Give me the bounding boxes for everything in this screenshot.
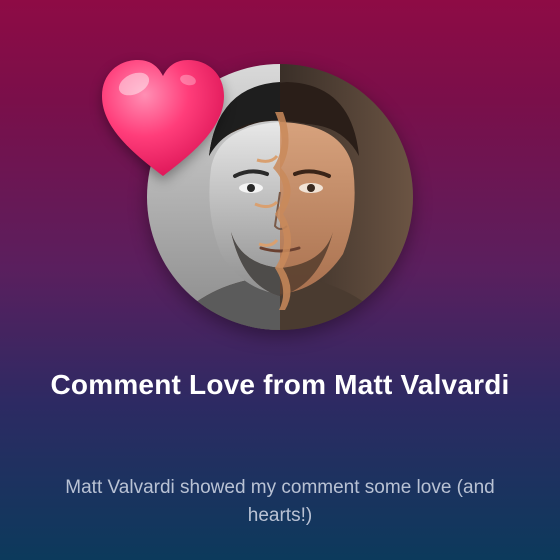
- heart-icon: [96, 54, 230, 182]
- notification-title: Comment Love from Matt Valvardi: [50, 369, 510, 400]
- notification-subtitle: Matt Valvardi showed my comment some lov…: [65, 477, 495, 526]
- notification-card[interactable]: Comment Love from Matt Valvardi Matt Val…: [0, 0, 560, 560]
